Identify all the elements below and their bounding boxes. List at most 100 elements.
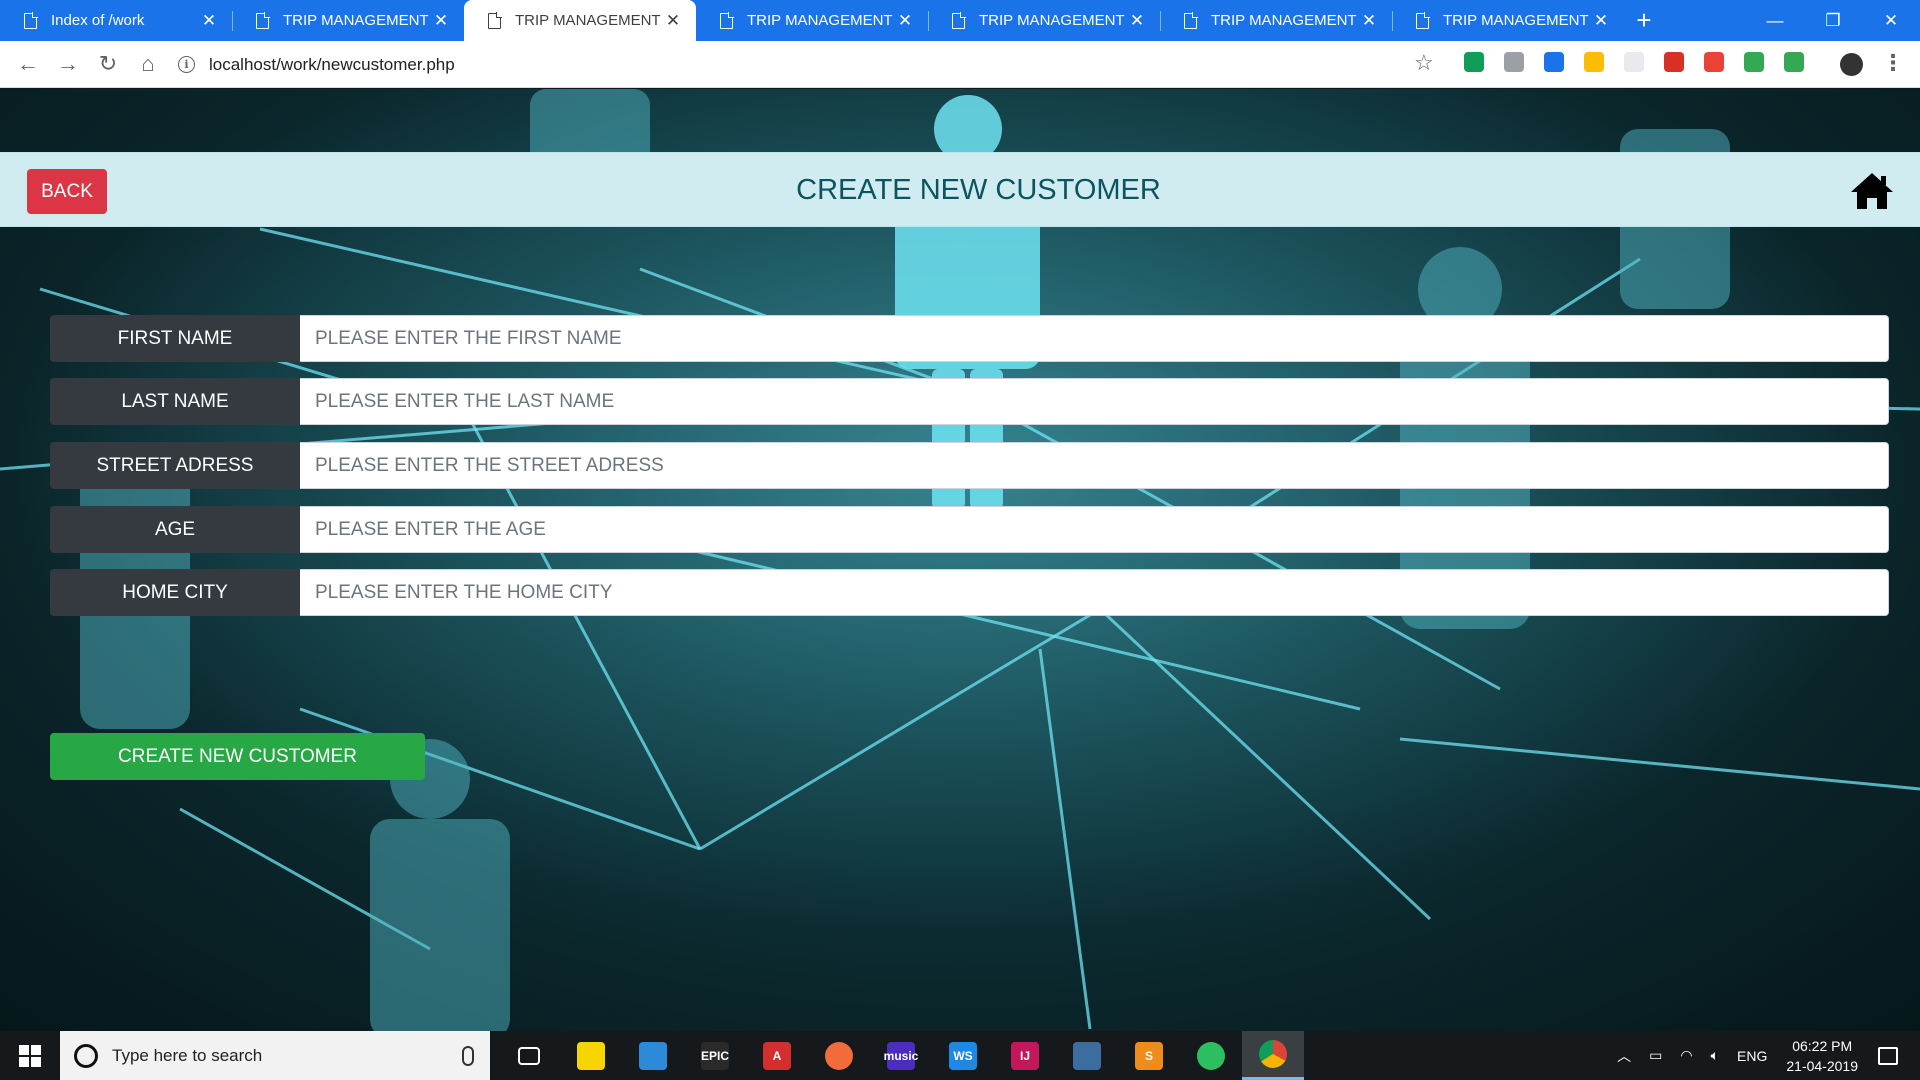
- field-input[interactable]: [300, 569, 1889, 616]
- url-text[interactable]: localhost/work/newcustomer.php: [209, 55, 455, 75]
- browser-tab[interactable]: Index of /work ✕: [0, 0, 232, 41]
- clock-date: 21-04-2019: [1786, 1057, 1858, 1074]
- intellij-taskbar-button[interactable]: IJ: [994, 1031, 1056, 1080]
- extension-icon[interactable]: [1624, 52, 1644, 72]
- extension-icon[interactable]: [1584, 52, 1604, 72]
- extension-icon[interactable]: [1544, 52, 1564, 72]
- field-input[interactable]: [300, 315, 1889, 362]
- document-icon: [1184, 11, 1198, 29]
- field-label: AGE: [50, 506, 300, 553]
- field-input[interactable]: [300, 378, 1889, 425]
- forward-arrow-icon[interactable]: →: [48, 44, 88, 84]
- extension-icon[interactable]: [1464, 52, 1484, 72]
- evernote-taskbar-button[interactable]: [1180, 1031, 1242, 1080]
- system-tray: ︿ ▭ ◠ 🔈︎ ENG 06:22 PM 21-04-2019: [1608, 1031, 1920, 1080]
- evernote-icon: [1197, 1041, 1225, 1070]
- extension-icon[interactable]: [1504, 52, 1524, 72]
- tab-close-icon[interactable]: ✕: [432, 11, 450, 31]
- task-view-icon: [518, 1046, 540, 1065]
- document-icon: [24, 11, 38, 29]
- browser-tab[interactable]: TRIP MANAGEMENT ✕: [464, 0, 696, 41]
- chrome-taskbar-button[interactable]: [1242, 1031, 1304, 1080]
- window-controls: — ❐ ✕: [1746, 0, 1920, 41]
- battery-icon[interactable]: ▭: [1649, 1047, 1662, 1064]
- start-button[interactable]: [0, 1031, 60, 1080]
- browser-tab[interactable]: TRIP MANAGEMENT ✕: [696, 0, 928, 41]
- home-nav-icon[interactable]: ⌂: [128, 44, 168, 84]
- show-hidden-icons-icon[interactable]: ︿: [1617, 1046, 1631, 1066]
- language-indicator[interactable]: ENG: [1737, 1048, 1767, 1064]
- browser-tab[interactable]: TRIP MANAGEMENT ✕: [232, 0, 464, 41]
- extension-icon[interactable]: [1744, 52, 1764, 72]
- restore-button[interactable]: ❐: [1804, 0, 1862, 41]
- menu-icon[interactable]: ⋮: [1882, 50, 1904, 76]
- sublime-text-taskbar-button[interactable]: S: [1118, 1031, 1180, 1080]
- tab-close-icon[interactable]: ✕: [1592, 11, 1610, 31]
- form-row: STREET ADRESS: [50, 442, 1889, 489]
- task-view-taskbar-button[interactable]: [498, 1031, 560, 1080]
- field-label: FIRST NAME: [50, 315, 300, 362]
- sticky-notes-taskbar-button[interactable]: [560, 1031, 622, 1080]
- profile-avatar[interactable]: [1840, 53, 1863, 76]
- epic-games-taskbar-button[interactable]: EPIC: [684, 1031, 746, 1080]
- field-input[interactable]: [300, 506, 1889, 553]
- document-icon: [488, 11, 502, 29]
- extension-icon[interactable]: [1664, 52, 1684, 72]
- cortana-icon: [74, 1043, 98, 1068]
- angular-icon: A: [763, 1041, 791, 1070]
- chrome-icon: [1259, 1040, 1287, 1068]
- sticky-notes-icon: [577, 1041, 605, 1070]
- browser-tab[interactable]: TRIP MANAGEMENT ✕: [928, 0, 1160, 41]
- home-icon[interactable]: [1850, 172, 1894, 210]
- file-explorer-taskbar-button[interactable]: [622, 1031, 684, 1080]
- address-bar[interactable]: i localhost/work/newcustomer.php: [178, 48, 1438, 81]
- tab-title: TRIP MANAGEMENT: [1443, 12, 1589, 29]
- tab-close-icon[interactable]: ✕: [200, 11, 218, 31]
- document-icon: [1416, 11, 1430, 29]
- field-input[interactable]: [300, 442, 1889, 489]
- notification-icon[interactable]: [1878, 1046, 1898, 1065]
- tab-list: Index of /work ✕ TRIP MANAGEMENT ✕ TRIP MANA…: [0, 0, 1624, 41]
- form-row: LAST NAME: [50, 378, 1889, 425]
- form-row: AGE: [50, 506, 1889, 553]
- mysql-workbench-taskbar-button[interactable]: [1056, 1031, 1118, 1080]
- extension-icon[interactable]: [1704, 52, 1724, 72]
- tab-close-icon[interactable]: ✕: [896, 11, 914, 31]
- taskbar-search[interactable]: Type here to search: [60, 1031, 490, 1080]
- bookmark-star-icon[interactable]: ☆: [1414, 50, 1434, 76]
- tab-close-icon[interactable]: ✕: [1128, 11, 1146, 31]
- close-window-button[interactable]: ✕: [1862, 0, 1920, 41]
- tab-title: TRIP MANAGEMENT: [283, 12, 429, 29]
- minimize-button[interactable]: —: [1746, 0, 1804, 41]
- wifi-icon[interactable]: ◠: [1680, 1047, 1692, 1064]
- tab-title: TRIP MANAGEMENT: [1211, 12, 1357, 29]
- form-row: FIRST NAME: [50, 315, 1889, 362]
- webstorm-taskbar-button[interactable]: WS: [932, 1031, 994, 1080]
- postman-icon: [825, 1041, 853, 1070]
- page-content: BACK CREATE NEW CUSTOMER FIRST NAME LAST …: [0, 89, 1920, 1031]
- file-explorer-icon: [639, 1041, 667, 1070]
- browser-tab[interactable]: TRIP MANAGEMENT ✕: [1392, 0, 1624, 41]
- extension-icon[interactable]: [1784, 52, 1804, 72]
- field-label: LAST NAME: [50, 378, 300, 425]
- tab-close-icon[interactable]: ✕: [1360, 11, 1378, 31]
- clock[interactable]: 06:22 PM 21-04-2019: [1786, 1036, 1858, 1076]
- browser-tab[interactable]: TRIP MANAGEMENT ✕: [1160, 0, 1392, 41]
- clock-time: 06:22 PM: [1792, 1037, 1853, 1054]
- create-customer-button[interactable]: CREATE NEW CUSTOMER: [50, 733, 425, 780]
- microphone-icon[interactable]: [462, 1045, 474, 1066]
- tab-close-icon[interactable]: ✕: [664, 11, 682, 31]
- search-placeholder[interactable]: Type here to search: [112, 1046, 462, 1066]
- postman-taskbar-button[interactable]: [808, 1031, 870, 1080]
- back-arrow-icon[interactable]: ←: [8, 44, 48, 84]
- info-icon[interactable]: i: [178, 56, 195, 73]
- volume-icon[interactable]: 🔈︎: [1711, 1047, 1719, 1064]
- tab-title: TRIP MANAGEMENT: [979, 12, 1125, 29]
- reload-icon[interactable]: ↻: [88, 44, 128, 84]
- document-icon: [952, 11, 966, 29]
- new-tab-button[interactable]: +: [1624, 0, 1664, 41]
- amazon-music-taskbar-button[interactable]: music: [870, 1031, 932, 1080]
- browser-tab-strip: Index of /work ✕ TRIP MANAGEMENT ✕ TRIP MANA…: [0, 0, 1920, 41]
- windows-taskbar: Type here to search EPIC Amusic WS IJ S ︿ ▭ …: [0, 1031, 1920, 1080]
- angular-taskbar-button[interactable]: A: [746, 1031, 808, 1080]
